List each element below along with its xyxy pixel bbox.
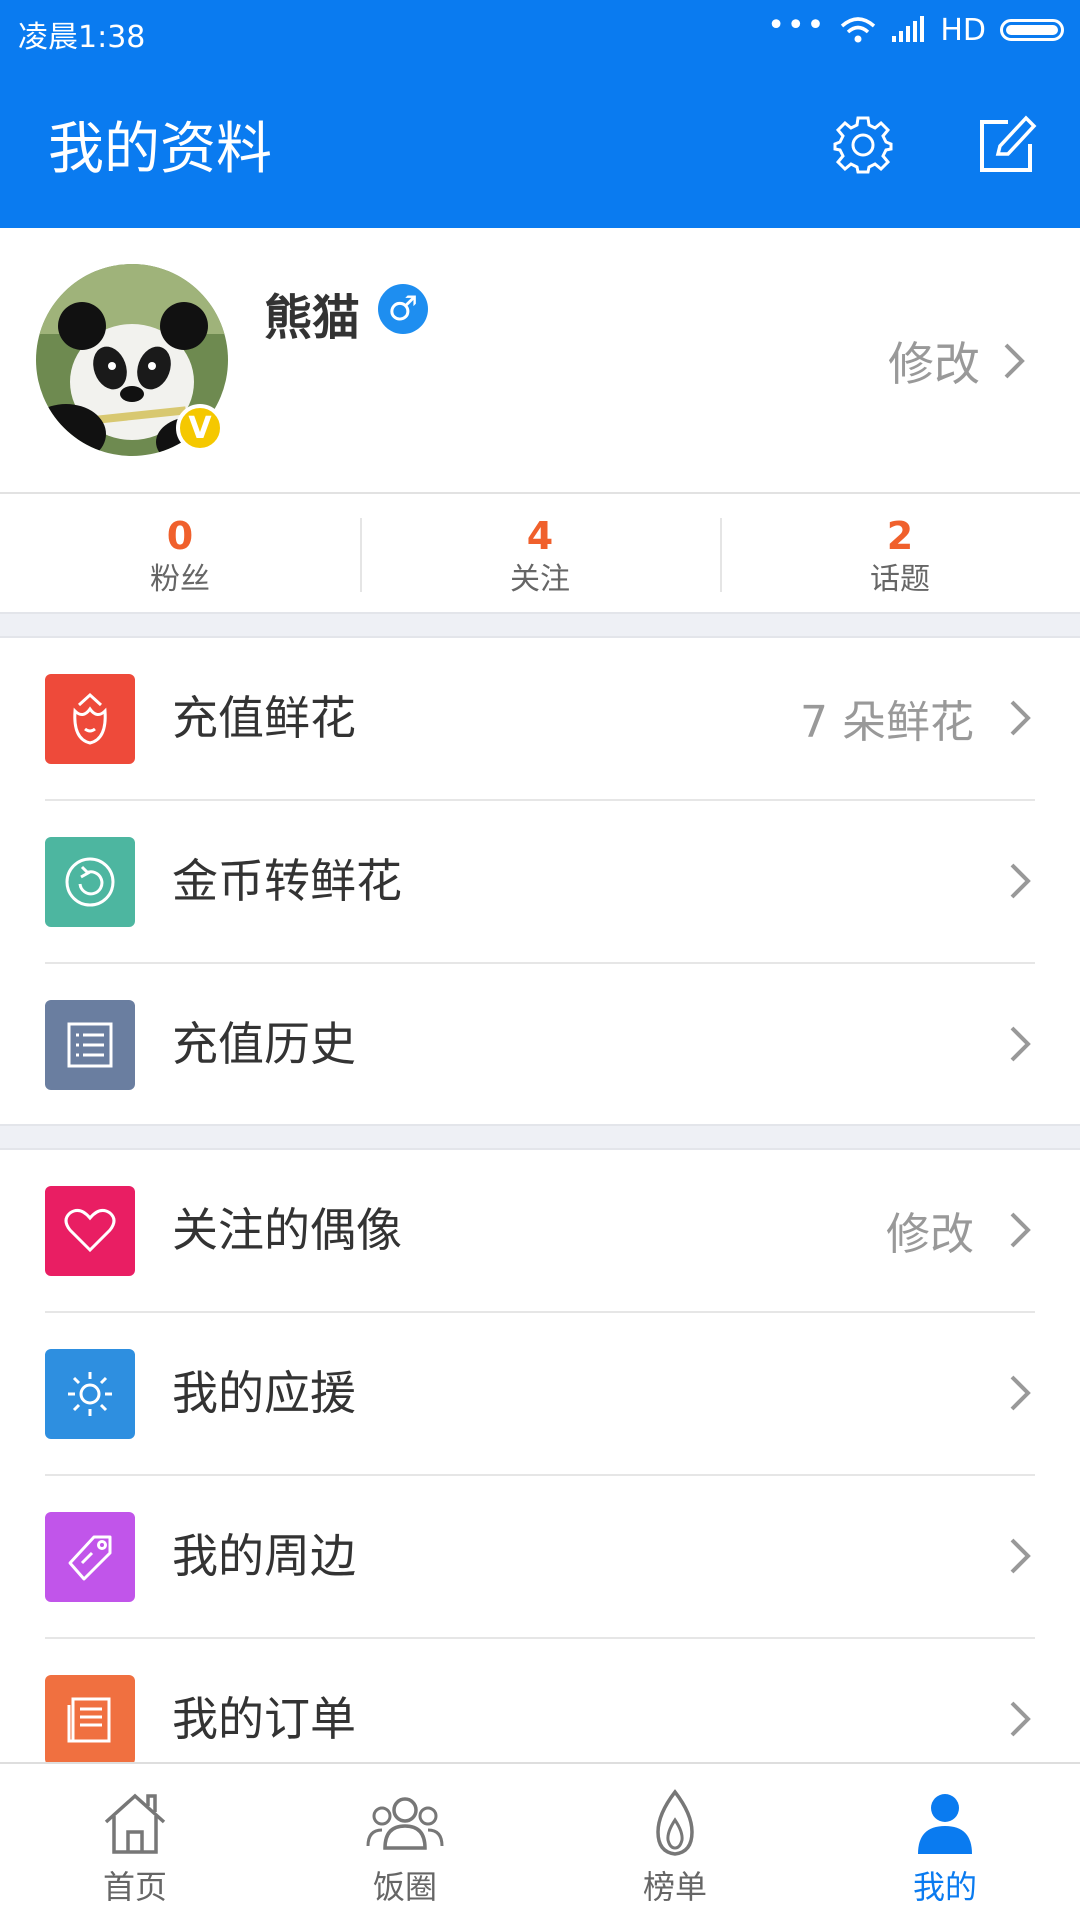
stat-label: 粉丝 [150,562,210,597]
stat-divider [360,518,362,592]
menu-item-recharge-history[interactable]: 充值历史 [0,964,1080,1127]
signal-icon [892,16,925,42]
tab-ranking[interactable]: 榜单 [540,1764,810,1920]
group-icon [366,1797,444,1850]
chevron-right-icon [1010,863,1031,899]
menu-label: 我的周边 [172,1529,356,1583]
menu-label: 我的应援 [172,1366,356,1420]
menu-right [1008,1363,1032,1423]
menu-right: 修改 [886,1200,1032,1260]
status-bar: 凌晨1:38 ••• HD [0,0,1080,62]
tab-label: 我的 [912,1868,977,1906]
menu-right [1008,1526,1032,1586]
settings-gear-icon[interactable] [832,114,894,176]
stat-value: 2 [886,514,914,558]
stat-topics[interactable]: 2 话题 [720,494,1080,612]
stat-divider [720,518,722,592]
stat-label: 话题 [870,562,930,597]
tab-label: 饭圈 [372,1868,437,1906]
verified-badge: V [176,404,224,452]
menu-label: 充值鲜花 [172,691,356,745]
stat-label: 关注 [510,562,570,597]
list-icon [45,1000,135,1090]
menu-label: 关注的偶像 [172,1203,402,1257]
tag-icon [45,1512,135,1602]
stat-value: 0 [166,514,194,558]
menu-right: 7 朵鲜花 [800,688,1032,748]
more-dots-icon: ••• [767,7,827,43]
sun-icon [45,1349,135,1439]
stat-value: 4 [526,514,554,558]
edit-label: 修改 [886,1209,974,1260]
profile-edit-button[interactable]: 修改 [888,328,1026,394]
menu-item-recharge-flowers[interactable]: 充值鲜花 7 朵鲜花 [0,638,1080,801]
wifi-icon [841,17,876,43]
receipt-icon [45,1675,135,1765]
exchange-icon [45,837,135,927]
flower-icon [45,674,135,764]
chevron-right-icon [1010,1212,1031,1248]
person-icon [918,1794,972,1854]
stat-fans[interactable]: 0 粉丝 [0,494,360,612]
chevron-right-icon [1010,1701,1031,1737]
edit-icon[interactable] [976,114,1038,176]
tab-mine[interactable]: 我的 [810,1764,1080,1920]
menu-right [1008,851,1032,911]
flower-count: 7 朵鲜花 [800,697,974,748]
menu-right [1008,1014,1032,1074]
menu-label: 金币转鲜花 [172,854,402,908]
flame-icon [656,1789,694,1856]
section-gap [0,612,1080,638]
bottom-tab-bar: 首页 饭圈 榜单 我的 [0,1762,1080,1920]
home-icon [104,1793,166,1854]
menu-item-coins-to-flowers[interactable]: 金币转鲜花 [0,801,1080,964]
section-gap [0,1124,1080,1150]
stats-bar: 0 粉丝 4 关注 2 话题 [0,492,1080,612]
chevron-right-icon [1010,1026,1031,1062]
page-title: 我的资料 [48,117,272,182]
profile-card[interactable]: V 熊猫 ♂ 修改 [0,228,1080,492]
profile-edit-label: 修改 [888,337,980,391]
status-indicators: ••• HD [767,7,1064,50]
network-type: HD [940,12,986,48]
tab-label: 榜单 [642,1868,707,1906]
battery-icon [1000,19,1064,41]
menu-label: 我的订单 [172,1692,356,1746]
stat-following[interactable]: 4 关注 [360,494,720,612]
menu-item-followed-idols[interactable]: 关注的偶像 修改 [0,1150,1080,1313]
menu-item-my-support[interactable]: 我的应援 [0,1313,1080,1476]
menu-right [1008,1689,1032,1749]
username: 熊猫 [264,290,361,346]
app-header: 我的资料 [0,62,1080,228]
chevron-right-icon [1010,700,1031,736]
menu-label: 充值历史 [172,1017,356,1071]
tab-label: 首页 [102,1868,167,1906]
menu-item-my-merch[interactable]: 我的周边 [0,1476,1080,1639]
tab-fan-circle[interactable]: 饭圈 [270,1764,540,1920]
male-gender-icon: ♂ [378,284,428,334]
tab-home[interactable]: 首页 [0,1764,270,1920]
chevron-right-icon [1004,343,1025,379]
chevron-right-icon [1010,1375,1031,1411]
status-time: 凌晨1:38 [18,20,146,55]
heart-icon [45,1186,135,1276]
chevron-right-icon [1010,1538,1031,1574]
